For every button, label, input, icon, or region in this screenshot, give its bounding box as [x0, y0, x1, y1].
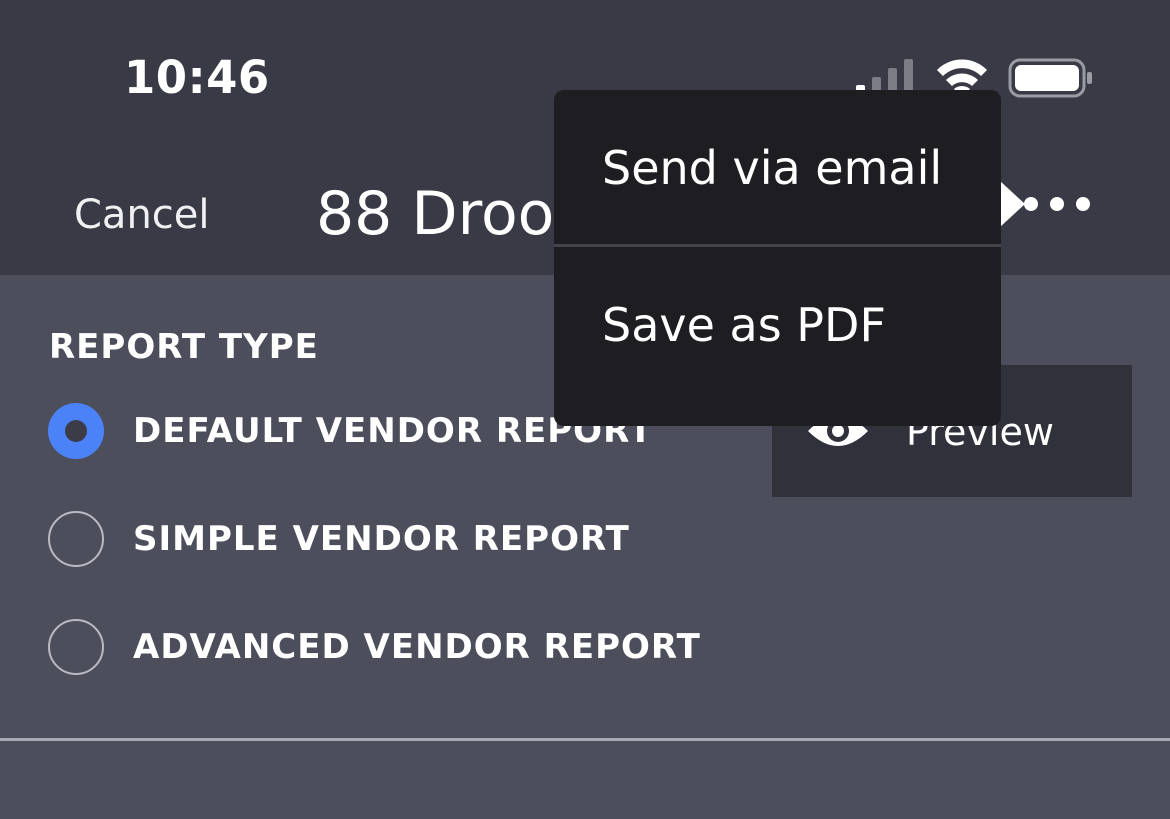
cancel-button[interactable]: Cancel	[74, 190, 210, 240]
radio-button-selected[interactable]	[48, 403, 104, 459]
more-dot	[1024, 197, 1038, 211]
menu-item-save-as-pdf[interactable]: Save as PDF	[554, 247, 1001, 402]
section-divider	[0, 738, 1170, 741]
battery-icon	[1008, 58, 1092, 98]
context-menu: Send via email Save as PDF	[554, 90, 1001, 426]
more-dot	[1050, 197, 1064, 211]
more-dot	[1076, 197, 1090, 211]
radio-label: ADVANCED VENDOR REPORT	[133, 627, 701, 667]
menu-item-send-via-email[interactable]: Send via email	[554, 90, 1001, 245]
report-type-heading: REPORT TYPE	[49, 327, 319, 367]
status-time: 10:46	[124, 51, 270, 104]
menu-pointer-arrow	[999, 180, 1025, 228]
radio-button[interactable]	[48, 511, 104, 567]
radio-button[interactable]	[48, 619, 104, 675]
more-horizontal-icon[interactable]	[1024, 190, 1096, 218]
menu-item-label: Send via email	[602, 141, 943, 195]
radio-label: SIMPLE VENDOR REPORT	[133, 519, 630, 559]
menu-item-label: Save as PDF	[602, 298, 886, 352]
page-title: 88 Droo	[316, 179, 555, 249]
